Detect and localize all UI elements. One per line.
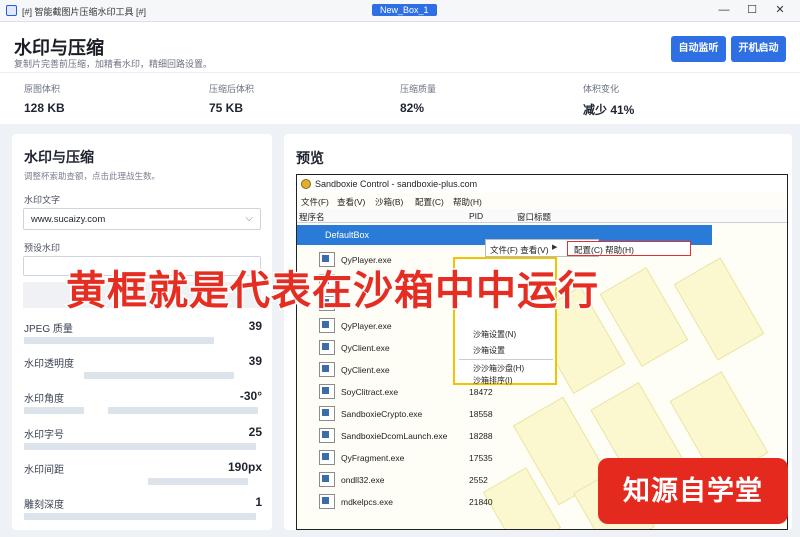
app-window-icon xyxy=(319,318,335,333)
stat-original-size: 原图体积 128 KB xyxy=(24,82,65,115)
preview-title: 预览 xyxy=(296,150,324,166)
context-menu-item[interactable]: 沙箱排序(I) xyxy=(473,375,513,386)
app-window-icon xyxy=(319,406,335,421)
submenu-arrow-icon: ▶ xyxy=(552,244,558,251)
close-button[interactable]: ✕ xyxy=(770,2,790,18)
maximize-button[interactable]: ☐ xyxy=(742,2,762,18)
font-size-label: 水印字号 xyxy=(24,430,64,441)
preset-watermark-label: 预设水印 xyxy=(24,243,61,253)
watermark-text-value: www.sucaizy.com xyxy=(31,214,106,225)
col-program[interactable]: 程序名 xyxy=(299,211,325,223)
sandbox-badge: New_Box_1 xyxy=(372,4,437,16)
angle-value: -30° xyxy=(239,389,262,403)
menu-configure[interactable]: 配置(C) xyxy=(415,196,444,208)
submenu-label: 配置(C) 帮助(H) xyxy=(574,245,634,255)
panel-title: 水印与压缩 xyxy=(24,149,94,165)
opacity-value: 39 xyxy=(248,354,262,368)
jpeg-quality-slider[interactable] xyxy=(24,337,214,344)
stat-value: 128 KB xyxy=(24,101,65,115)
jpeg-quality-value: 39 xyxy=(248,319,262,333)
col-pid[interactable]: PID xyxy=(469,211,483,221)
app-window-icon xyxy=(319,362,335,377)
context-menu-item[interactable]: 沙沙箱沙盘(H) xyxy=(473,363,524,374)
stat-value: 减少 41% xyxy=(583,103,635,117)
sandboxie-menubar: 文件(F) 查看(V) 沙箱(B) 配置(C) 帮助(H) xyxy=(297,194,787,208)
stat-value: 75 KB xyxy=(209,101,244,115)
menu-file[interactable]: 文件(F) xyxy=(301,196,329,208)
stat-label: 体积变化 xyxy=(583,84,620,94)
minimize-button[interactable]: — xyxy=(714,2,734,18)
context-menu-item[interactable]: 沙箱设置(N) xyxy=(473,329,516,340)
page-header: 水印与压缩 复制片完善前压缩，加精看水印，精细回路设置。 自动监听 开机启动 xyxy=(0,22,800,72)
app-window-icon xyxy=(319,340,335,355)
menu-separator xyxy=(459,359,553,360)
app-window-icon xyxy=(319,450,335,465)
watermark-text-select[interactable]: www.sucaizy.com ⌵ xyxy=(23,208,261,230)
app-window-icon xyxy=(319,494,335,509)
jpeg-quality-label: JPEG 质量 xyxy=(24,324,73,335)
font-size-value: 25 xyxy=(248,425,262,439)
page-subtitle: 复制片完善前压缩，加精看水印，精细回路设置。 xyxy=(14,59,213,69)
spacing-value: 190px xyxy=(227,460,262,474)
sandbox-name: DefaultBox xyxy=(325,230,370,240)
spacing-slider[interactable] xyxy=(148,478,248,485)
depth-slider[interactable] xyxy=(24,513,256,520)
opacity-label: 水印透明度 xyxy=(24,359,74,370)
sandboxie-title: Sandboxie Control - sandboxie-plus.com xyxy=(315,179,478,189)
font-size-slider[interactable] xyxy=(24,443,256,450)
panel-subtitle: 调整杯索助查额，点击此理战生数。 xyxy=(24,171,161,181)
depth-value: 1 xyxy=(255,495,262,509)
angle-label: 水印角度 xyxy=(24,394,64,405)
overlay-caption: 黄框就是代表在沙箱中中运行 xyxy=(65,268,600,315)
app-window-icon xyxy=(319,384,335,399)
stat-value: 82% xyxy=(400,101,425,115)
stat-label: 原图体积 xyxy=(24,84,61,94)
sandboxie-titlebar: Sandboxie Control - sandboxie-plus.com xyxy=(297,175,787,193)
menu-view[interactable]: 查看(V) xyxy=(337,196,365,208)
auto-monitor-button[interactable]: 自动监听 xyxy=(671,36,726,62)
stat-compressed-size: 压缩后体积 75 KB xyxy=(209,82,254,115)
brand-badge: 知源自学堂 xyxy=(598,458,788,524)
watermark-shape xyxy=(673,257,765,361)
popup-label: 文件(F) 查看(V) xyxy=(490,245,549,255)
app-icon xyxy=(6,5,17,16)
stat-label: 压缩后体积 xyxy=(209,84,255,94)
stat-quality: 压缩质量 82% xyxy=(400,82,436,115)
sandboxie-icon xyxy=(301,179,311,189)
depth-label: 雕刻深度 xyxy=(24,500,64,511)
menu-help[interactable]: 帮助(H) xyxy=(453,196,482,208)
col-window-title[interactable]: 窗口标题 xyxy=(517,211,551,223)
stat-size-change: 体积变化 减少 41% xyxy=(583,82,634,118)
settings-panel: 水印与压缩 调整杯索助查额，点击此理战生数。 水印文字 www.sucaizy.… xyxy=(12,134,272,530)
stat-label: 压缩质量 xyxy=(400,84,437,94)
context-menu-item[interactable]: 沙箱设置 xyxy=(473,345,505,356)
process-list-header: 程序名 PID 窗口标题 xyxy=(297,209,787,223)
window-title: [#] 智能截图片压缩水印工具 [#] xyxy=(22,7,147,17)
angle-slider-right[interactable] xyxy=(108,407,258,414)
chevron-down-icon: ⌵ xyxy=(245,213,253,224)
title-bar: [#] 智能截图片压缩水印工具 [#] New_Box_1 — ☐ ✕ xyxy=(0,0,800,22)
app-window-icon xyxy=(319,472,335,487)
angle-slider-left[interactable] xyxy=(24,407,84,414)
watermark-text-label: 水印文字 xyxy=(24,195,61,205)
stats-bar: 原图体积 128 KB 压缩后体积 75 KB 压缩质量 82% 体积变化 减少… xyxy=(0,72,800,124)
highlighted-submenu[interactable]: 配置(C) 帮助(H) xyxy=(567,241,691,256)
startup-button[interactable]: 开机启动 xyxy=(731,36,786,62)
opacity-slider[interactable] xyxy=(84,372,234,379)
spacing-label: 水印间距 xyxy=(24,465,64,476)
app-window-icon xyxy=(319,428,335,443)
menu-sandbox[interactable]: 沙箱(B) xyxy=(375,196,403,208)
